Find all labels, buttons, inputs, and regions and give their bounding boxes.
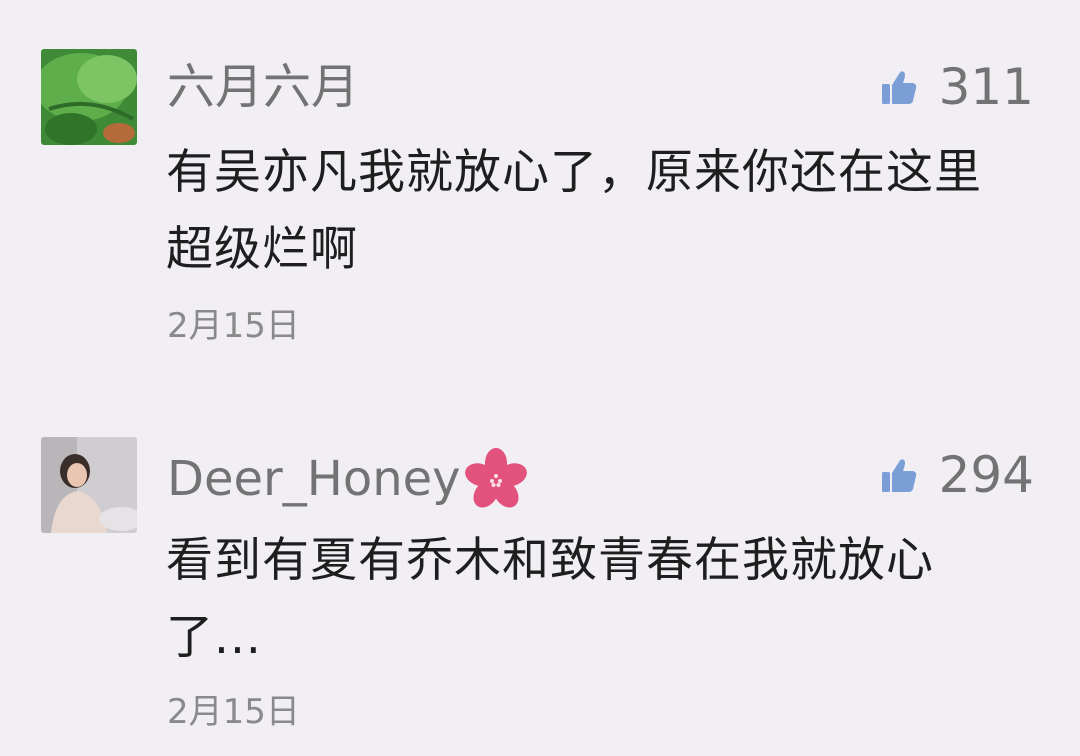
- comment-text: 看到有夏有乔木和致青春在我就放心了...: [166, 533, 934, 665]
- comment-text: 有吴亦凡我就放心了，原来你还在这里超级烂啊: [166, 145, 982, 277]
- username-text: Deer_Honey: [167, 451, 461, 507]
- like-count: 311: [938, 58, 1034, 116]
- comment-item: Deer_Honey 294 看到有夏有乔木和致青春在我就放心了... 2月15…: [0, 380, 1080, 756]
- portrait-avatar-image: [41, 437, 137, 533]
- username[interactable]: 六月六月: [167, 59, 359, 115]
- avatar[interactable]: [41, 49, 137, 145]
- avatar[interactable]: [41, 437, 137, 533]
- like-count: 294: [938, 446, 1034, 504]
- like-button[interactable]: 294: [881, 447, 1034, 503]
- thumbs-up-icon: [881, 71, 916, 104]
- pink-flower-icon: [464, 448, 527, 508]
- comment-date: 2月15日: [167, 692, 300, 732]
- comment-date: 2月15日: [167, 306, 300, 346]
- like-button[interactable]: 311: [881, 59, 1034, 115]
- thumbs-up-icon: [881, 459, 916, 492]
- comment-item: 六月六月 311 有吴亦凡我就放心了，原来你还在这里超级烂啊 2月15日: [0, 0, 1080, 380]
- username[interactable]: Deer_Honey: [167, 446, 529, 512]
- leaf-avatar-image: [41, 49, 137, 145]
